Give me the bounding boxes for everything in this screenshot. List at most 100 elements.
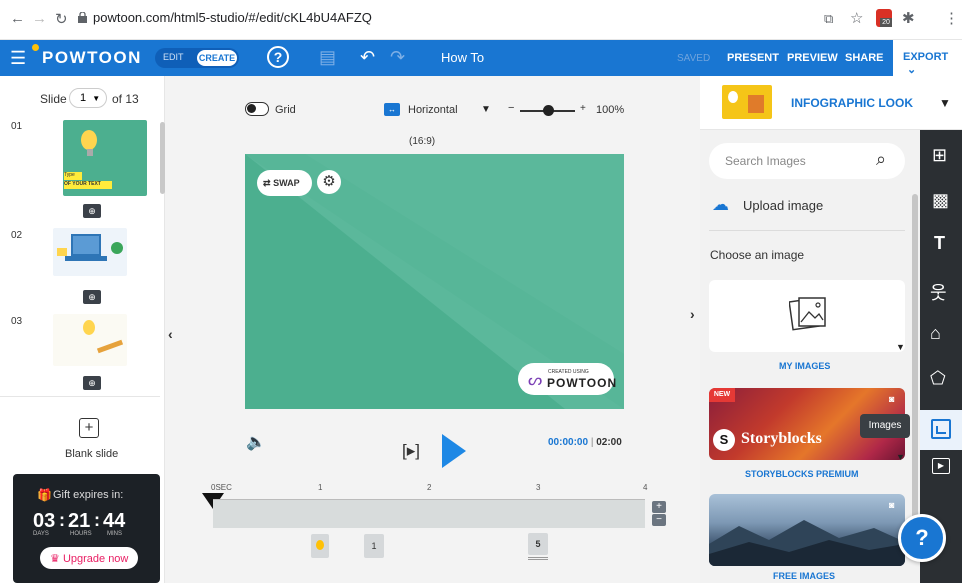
create-mode-label[interactable]: CREATE [197,50,237,66]
background-pattern-icon[interactable]: ▩ [932,190,949,211]
browser-toolbar: ← → ↻ powtoon.com/html5-studio/#/edit/cK… [0,0,962,40]
my-images-card[interactable] [709,280,905,352]
collapse-left-icon[interactable]: ‹ [168,326,173,342]
images-tab[interactable] [920,410,962,450]
timeline-track[interactable] [213,500,645,528]
orientation-caret-icon[interactable]: ▼ [481,104,491,115]
present-button[interactable]: PRESENT [727,52,779,64]
upgrade-button[interactable]: ♛ Upgrade now [40,547,138,569]
video-icon[interactable]: ▶ [932,458,950,474]
volume-icon[interactable]: 🔈 [246,432,266,452]
zoom-in-icon[interactable]: + [580,103,586,114]
edit-mode-label[interactable]: EDIT [163,52,184,62]
reload-icon[interactable]: ↻ [55,10,68,28]
camera-icon: ◙ [889,394,895,404]
my-images-label[interactable]: MY IMAGES [779,361,830,371]
address-bar[interactable]: powtoon.com/html5-studio/#/edit/cKL4bU4A… [93,10,372,25]
timeline-marker[interactable]: 1 [364,534,384,558]
notes-icon[interactable]: ▤ [319,47,336,68]
props-icon[interactable]: ⌂ [930,323,941,344]
help-chat-button[interactable]: ? [898,514,946,562]
timeline-marker[interactable]: 5 [528,533,548,555]
images-tooltip: Images [860,414,910,438]
timeline-zoom-in-icon[interactable]: + [652,501,666,513]
zoom-slider-handle[interactable] [542,105,554,116]
bars-icon [748,95,764,113]
grid-label: Grid [275,104,296,116]
project-title[interactable]: How To [441,50,484,65]
style-selector[interactable]: INFOGRAPHIC LOOK ▼ [700,76,962,130]
free-images-card[interactable]: ◙ [709,494,905,566]
text-icon[interactable]: T [934,233,945,254]
search-icon[interactable]: ⌕ [876,149,886,170]
lightbulb-icon [316,540,324,550]
free-images-label[interactable]: FREE IMAGES [773,571,835,581]
notification-dot [32,44,39,51]
search-images-box[interactable]: Search Images ⌕ [709,143,905,179]
blank-slide-label[interactable]: Blank slide [65,448,118,460]
forward-icon[interactable]: → [32,10,47,27]
puzzle-icon[interactable]: ✱ [902,9,915,27]
timeline-start-label: 0SEC [211,483,232,492]
characters-icon[interactable]: 웃 [930,279,947,305]
play-icon[interactable] [442,434,466,468]
duplicate-slide-icon[interactable]: ⊕ [83,204,101,218]
orientation-label[interactable]: Horizontal [408,104,458,116]
duplicate-slide-icon[interactable]: ⊕ [83,376,101,390]
storyblocks-brand: Storyblocks [741,430,822,447]
search-input[interactable]: Search Images [725,154,806,168]
storyblocks-label[interactable]: STORYBLOCKS PREMIUM [745,469,859,479]
slide-current: 1 [80,92,87,104]
mountains-image [709,520,905,566]
extension-icon[interactable]: 20 [876,9,892,27]
add-slide-icon[interactable]: + [79,418,99,438]
back-icon[interactable]: ← [10,10,25,27]
swap-button[interactable]: ⇄ SWAP [257,170,312,196]
help-icon[interactable]: ? [267,46,289,68]
slide-selector[interactable]: 1 ▼ [69,88,107,108]
days-label: DAYS [33,531,49,537]
phone-illustration [111,242,123,254]
storyblocks-logo-icon: S [713,429,735,451]
hamburger-icon[interactable]: ☰ [10,48,26,69]
toggle-knob [247,104,256,113]
shapes-icon[interactable]: ⬠ [930,368,946,389]
play-scene-icon[interactable]: [▸] [402,441,420,461]
style-title: INFOGRAPHIC LOOK [791,96,913,110]
library-scrollbar[interactable] [912,194,918,554]
timeline-zoom-out-icon[interactable]: − [652,514,666,526]
slide-thumbnail-2[interactable] [53,228,127,276]
export-button[interactable]: EXPORT ⌄ [893,40,962,76]
redo-icon[interactable]: ↷ [390,47,405,68]
lightbulb-icon [81,130,97,150]
caret-down-icon: ▼ [92,94,101,103]
layout-icon[interactable]: ⊞ [932,145,947,166]
preview-button[interactable]: PREVIEW [787,52,838,64]
slide-thumbnail-1[interactable]: Type OF YOUR TEXT [63,120,147,196]
edit-create-toggle[interactable]: EDIT CREATE [155,48,239,68]
duplicate-slide-icon[interactable]: ⊕ [83,290,101,304]
hours-value: 21 [68,510,91,532]
zoom-out-icon[interactable]: − [508,102,514,114]
upload-cloud-icon[interactable]: ☁ [712,195,729,215]
upload-image-link[interactable]: Upload image [743,198,823,213]
share-button[interactable]: SHARE [845,52,884,64]
divider [709,230,905,231]
bookmark-star-icon[interactable]: ☆ [850,9,863,27]
slide-number: 02 [11,230,23,241]
slide-text-1: Type [64,172,82,180]
colon: : [59,510,65,530]
grid-toggle[interactable] [245,102,269,116]
collapse-right-icon[interactable]: › [690,306,695,322]
slide-thumbnail-3[interactable] [53,314,127,366]
menu-kebab-icon[interactable]: ⋮ [944,9,959,27]
undo-icon[interactable]: ↶ [360,47,375,68]
lock-icon [78,12,87,23]
gear-icon[interactable]: ⚙ [317,170,341,194]
slide-number: 03 [11,316,23,327]
timeline-marker-bulb[interactable] [311,534,329,558]
orientation-icon[interactable]: ↔ [384,103,400,116]
translate-icon[interactable]: ⧉ [824,11,833,27]
laptop-illustration [71,234,101,256]
stage-canvas[interactable]: ⇄ SWAP ⚙ ᔕ CREATED USING POWTOON [245,154,624,409]
